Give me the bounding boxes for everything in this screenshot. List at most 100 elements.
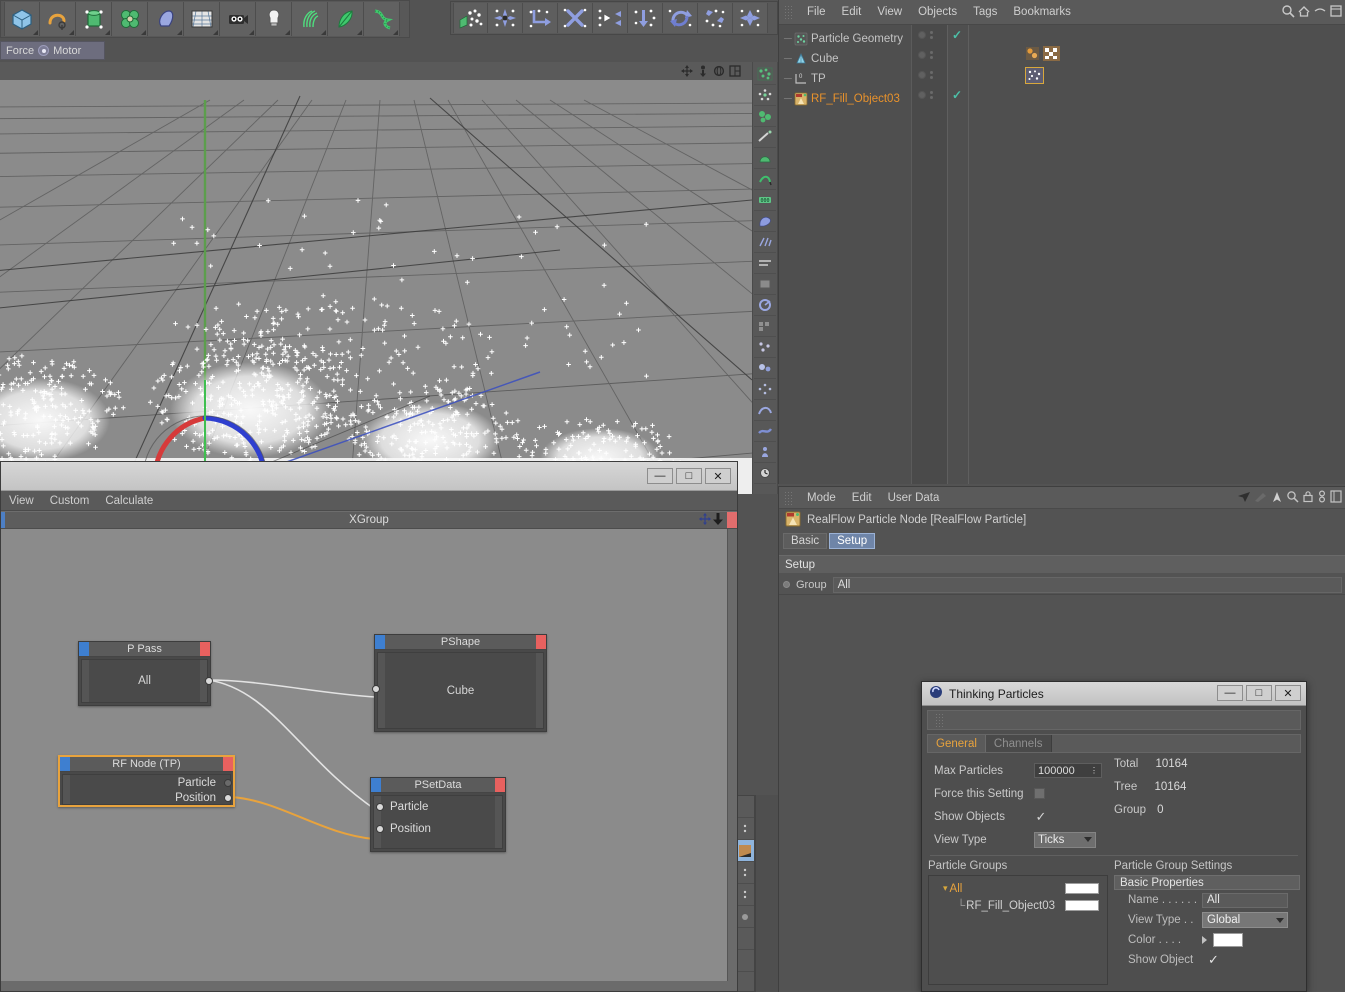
xpresso-canvas[interactable]: P Pass All PShape Cube RF Node (TP) Part… bbox=[1, 529, 737, 991]
group-expand-icon[interactable]: ▾ bbox=[943, 883, 948, 894]
group-row-rf-fill-object03[interactable]: └ RF_Fill_Object03 bbox=[929, 897, 1107, 914]
visibility-dots-row[interactable] bbox=[912, 25, 947, 45]
simulate-tool-icon[interactable] bbox=[754, 421, 776, 442]
object-row-cube[interactable]: ─ Cube bbox=[779, 49, 911, 69]
up-arrow-icon[interactable] bbox=[1271, 491, 1283, 506]
menu-calculate[interactable]: Calculate bbox=[97, 491, 161, 511]
input-port-cube[interactable] bbox=[372, 685, 380, 693]
menu-bookmarks[interactable]: Bookmarks bbox=[1005, 0, 1079, 25]
menu-mode[interactable]: Mode bbox=[799, 487, 844, 509]
material-thumb[interactable] bbox=[736, 818, 754, 840]
xpresso-horizontal-scrollbar[interactable] bbox=[1, 981, 737, 991]
deflector-icon[interactable] bbox=[523, 3, 558, 33]
color-expand-icon[interactable] bbox=[1202, 936, 1207, 944]
particle-draw-tool-icon[interactable] bbox=[754, 127, 776, 148]
cloner-tool-icon[interactable] bbox=[754, 358, 776, 379]
dolly-view-icon[interactable] bbox=[696, 64, 710, 78]
floor-object-icon[interactable] bbox=[184, 2, 220, 36]
emitter-icon[interactable] bbox=[453, 3, 488, 33]
environment-object-icon[interactable] bbox=[148, 2, 184, 36]
xnode-title-bar[interactable]: P Pass bbox=[79, 642, 210, 657]
enable-check[interactable] bbox=[948, 45, 966, 65]
maximize-button[interactable]: □ bbox=[1246, 685, 1272, 701]
xgroup-output-port[interactable] bbox=[727, 512, 737, 528]
render-visibility-dots[interactable] bbox=[930, 71, 933, 79]
home-icon[interactable] bbox=[1297, 4, 1311, 21]
particle-groups-list[interactable]: ▾ All └ RF_Fill_Object03 bbox=[928, 875, 1108, 985]
menu-file[interactable]: File bbox=[799, 0, 834, 25]
minimize-button[interactable]: — bbox=[647, 468, 673, 484]
xnode-title-bar[interactable]: PShape bbox=[375, 635, 546, 650]
editor-visibility-dot[interactable] bbox=[918, 31, 926, 39]
shader-tool-icon[interactable] bbox=[754, 400, 776, 421]
group-field[interactable]: All bbox=[832, 576, 1342, 593]
max-particles-field[interactable]: 100000 ⋮ bbox=[1034, 763, 1102, 778]
force-this-setting-checkbox[interactable] bbox=[1034, 788, 1045, 799]
minimize-button[interactable]: — bbox=[1217, 685, 1243, 701]
menu-tags[interactable]: Tags bbox=[965, 0, 1005, 25]
xnode-title-bar[interactable]: PSetData bbox=[371, 778, 505, 793]
thinking-particles-titlebar[interactable]: Thinking Particles — □ ✕ bbox=[922, 682, 1306, 706]
xnode-rf-node-tp[interactable]: RF Node (TP) Particle Position bbox=[58, 755, 235, 807]
enable-check[interactable]: ✓ bbox=[948, 85, 966, 105]
input-row-particle[interactable]: Particle bbox=[374, 796, 502, 818]
pen-icon[interactable] bbox=[1254, 491, 1268, 506]
render-visibility-dots[interactable] bbox=[930, 51, 933, 59]
output-row-particle[interactable]: Particle bbox=[63, 775, 232, 790]
name-field[interactable]: All bbox=[1202, 892, 1288, 908]
particle-paint-tool-icon[interactable] bbox=[754, 169, 776, 190]
hairtool-object-icon[interactable] bbox=[364, 2, 400, 36]
tab-setup[interactable]: Setup bbox=[829, 533, 876, 549]
node-input-port[interactable] bbox=[375, 635, 385, 649]
tag-row[interactable] bbox=[969, 65, 1345, 85]
view-type-dropdown[interactable]: Ticks bbox=[1034, 831, 1096, 848]
output-port-particle[interactable] bbox=[224, 779, 232, 787]
output-port-all[interactable] bbox=[205, 677, 213, 685]
wind-icon[interactable] bbox=[733, 3, 768, 33]
xnode-pshape[interactable]: PShape Cube bbox=[372, 634, 547, 732]
input-row-position[interactable]: Position bbox=[374, 818, 502, 840]
light-object-icon[interactable] bbox=[256, 2, 292, 36]
character-tool-icon[interactable] bbox=[754, 442, 776, 463]
tab-basic[interactable]: Basic bbox=[783, 533, 828, 549]
menu-view[interactable]: View bbox=[1, 491, 42, 511]
editor-visibility-dot[interactable] bbox=[918, 71, 926, 79]
view-type-dropdown[interactable]: Global bbox=[1202, 912, 1288, 928]
minimize-icon[interactable] bbox=[1313, 4, 1327, 21]
lock-icon[interactable] bbox=[1302, 490, 1314, 506]
editor-visibility-dot[interactable] bbox=[918, 91, 926, 99]
editor-visibility-dot[interactable] bbox=[918, 51, 926, 59]
destructor-icon[interactable] bbox=[558, 3, 593, 33]
material-thumb[interactable] bbox=[736, 796, 754, 818]
xnode-p-pass[interactable]: P Pass All bbox=[78, 641, 213, 706]
pan-view-icon[interactable] bbox=[680, 64, 694, 78]
spinner-icon[interactable]: ⋮ bbox=[1090, 766, 1098, 775]
node-output-port[interactable] bbox=[200, 642, 210, 656]
menu-custom[interactable]: Custom bbox=[42, 491, 98, 511]
viewport-panel[interactable] bbox=[0, 62, 752, 494]
render-visibility-dots[interactable] bbox=[930, 91, 933, 99]
node-input-gutter[interactable] bbox=[82, 660, 89, 702]
gravity-icon[interactable] bbox=[628, 3, 663, 33]
friction-icon[interactable] bbox=[593, 3, 628, 33]
timeline-rail[interactable] bbox=[755, 795, 778, 992]
object-row-tp[interactable]: ─ 0 TP bbox=[779, 69, 911, 89]
menu-edit[interactable]: Edit bbox=[834, 0, 870, 25]
node-output-port[interactable] bbox=[223, 757, 233, 771]
xpresso-tool-icon[interactable] bbox=[754, 295, 776, 316]
xpresso-titlebar[interactable]: — □ ✕ bbox=[1, 462, 737, 491]
key-icon[interactable] bbox=[1317, 490, 1327, 506]
material-thumb[interactable] bbox=[736, 884, 754, 906]
object-row-rf-fill-object03[interactable]: ─ RF_Fill_Object03 bbox=[779, 89, 911, 109]
group-row-all[interactable]: ▾ All bbox=[929, 880, 1107, 897]
effector-tool-icon[interactable] bbox=[754, 337, 776, 358]
object-tree[interactable]: ─ Particle Geometry ─ Cube ─ 0 TP ─ RF_F… bbox=[779, 25, 912, 484]
xgroup-input-port[interactable] bbox=[1, 512, 5, 528]
mograph-tool-icon[interactable] bbox=[754, 316, 776, 337]
group-link-bullet[interactable] bbox=[783, 581, 790, 588]
search-icon[interactable] bbox=[1281, 4, 1295, 21]
color-swatch[interactable] bbox=[1213, 933, 1243, 947]
particle-cloth-tool-icon[interactable] bbox=[754, 148, 776, 169]
node-input-port[interactable] bbox=[79, 642, 89, 656]
thinking-particles-tag[interactable] bbox=[1025, 66, 1044, 84]
